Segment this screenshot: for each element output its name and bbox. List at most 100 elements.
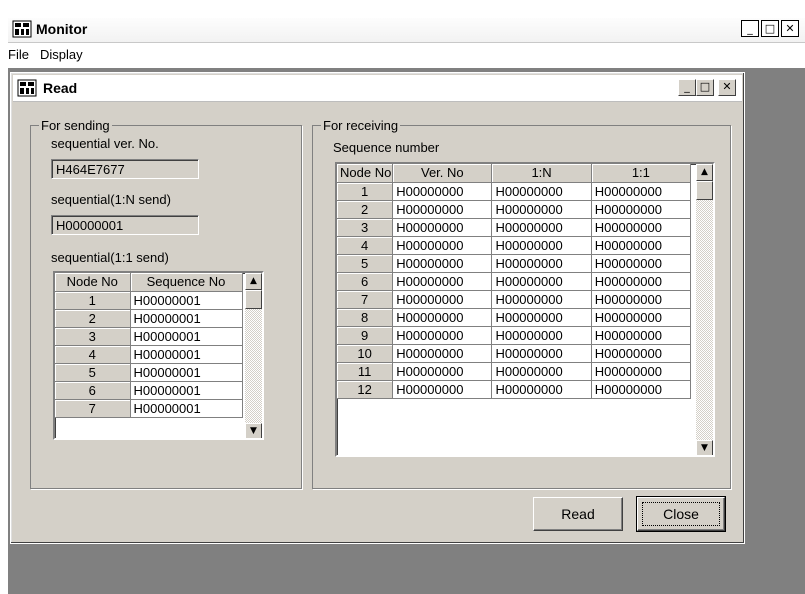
table-cell[interactable]: H00000000	[591, 218, 692, 237]
receiving-table[interactable]: Node No Ver. No 1:N 1:1 1 H00000000 H00000…	[335, 162, 715, 457]
table-cell[interactable]: H00000000	[591, 236, 692, 255]
row-header[interactable]: 12	[337, 380, 394, 399]
col-header-1-1[interactable]: 1:1	[591, 164, 692, 183]
row-header[interactable]: 10	[337, 344, 394, 363]
row-header[interactable]: 1	[55, 291, 131, 310]
read-button[interactable]: Read	[533, 497, 623, 531]
monitor-minimize-button[interactable]: _	[741, 20, 759, 37]
scroll-up-icon[interactable]: ▲	[696, 164, 713, 181]
table-row[interactable]: 1 H00000001	[55, 291, 243, 310]
table-cell[interactable]: H00000001	[130, 291, 243, 310]
monitor-maximize-button[interactable]: □	[761, 20, 779, 37]
table-cell[interactable]: H00000000	[392, 272, 493, 291]
table-row[interactable]: 2 H00000001	[55, 309, 243, 328]
table-cell[interactable]: H00000000	[591, 254, 692, 273]
row-header[interactable]: 2	[337, 200, 394, 219]
table-row[interactable]: 2 H00000000 H00000000 H00000000	[337, 200, 692, 219]
close-button[interactable]: Close	[636, 496, 726, 532]
monitor-close-button[interactable]: ✕	[781, 20, 799, 37]
row-header[interactable]: 4	[55, 345, 131, 364]
table-row[interactable]: 11 H00000000 H00000000 H00000000	[337, 362, 692, 381]
table-row[interactable]: 3 H00000000 H00000000 H00000000	[337, 218, 692, 237]
table-cell[interactable]: H00000000	[392, 290, 493, 309]
read-close-button[interactable]: ✕	[718, 79, 736, 96]
receiving-scrollbar[interactable]: ▲ ▼	[696, 164, 713, 455]
table-cell[interactable]: H00000000	[392, 326, 493, 345]
read-title-bar[interactable]: Read _ □ ✕	[13, 75, 742, 102]
table-cell[interactable]: H00000000	[591, 182, 692, 201]
table-cell[interactable]: H00000000	[591, 380, 692, 399]
col-header-1-n[interactable]: 1:N	[491, 164, 592, 183]
row-header[interactable]: 4	[337, 236, 394, 255]
table-cell[interactable]: H00000000	[392, 362, 493, 381]
table-row[interactable]: 1 H00000000 H00000000 H00000000	[337, 182, 692, 201]
col-header-ver-no[interactable]: Ver. No	[392, 164, 493, 183]
menu-file[interactable]: File	[8, 47, 29, 62]
row-header[interactable]: 7	[337, 290, 394, 309]
table-cell[interactable]: H00000000	[491, 308, 592, 327]
table-cell[interactable]: H00000001	[130, 327, 243, 346]
table-row[interactable]: 4 H00000001	[55, 345, 243, 364]
n-send-field[interactable]: H00000001	[51, 215, 199, 235]
table-row[interactable]: 10 H00000000 H00000000 H00000000	[337, 344, 692, 363]
table-cell[interactable]: H00000000	[591, 326, 692, 345]
table-row[interactable]: 8 H00000000 H00000000 H00000000	[337, 308, 692, 327]
table-row[interactable]: 3 H00000001	[55, 327, 243, 346]
row-header[interactable]: 5	[55, 363, 131, 382]
row-header[interactable]: 5	[337, 254, 394, 273]
table-cell[interactable]: H00000000	[591, 362, 692, 381]
sending-scrollbar[interactable]: ▲ ▼	[245, 273, 262, 438]
table-cell[interactable]: H00000000	[392, 308, 493, 327]
table-cell[interactable]: H00000000	[591, 290, 692, 309]
row-header[interactable]: 8	[337, 308, 394, 327]
table-cell[interactable]: H00000000	[491, 290, 592, 309]
scroll-thumb[interactable]	[696, 181, 713, 200]
table-cell[interactable]: H00000000	[392, 236, 493, 255]
table-cell[interactable]: H00000000	[491, 272, 592, 291]
table-cell[interactable]: H00000000	[491, 218, 592, 237]
table-cell[interactable]: H00000000	[392, 182, 493, 201]
table-cell[interactable]: H00000000	[491, 362, 592, 381]
table-row[interactable]: 5 H00000001	[55, 363, 243, 382]
table-cell[interactable]: H00000001	[130, 399, 243, 418]
col-header-node-no[interactable]: Node No	[55, 273, 131, 292]
table-cell[interactable]: H00000000	[491, 380, 592, 399]
table-row[interactable]: 7 H00000001	[55, 399, 243, 418]
table-row[interactable]: 4 H00000000 H00000000 H00000000	[337, 236, 692, 255]
table-cell[interactable]: H00000000	[591, 200, 692, 219]
monitor-title-bar[interactable]: Monitor _ □ ✕	[8, 18, 805, 43]
col-header-node-no[interactable]: Node No	[337, 164, 394, 183]
table-cell[interactable]: H00000000	[392, 200, 493, 219]
table-row[interactable]: 7 H00000000 H00000000 H00000000	[337, 290, 692, 309]
table-cell[interactable]: H00000000	[491, 200, 592, 219]
table-cell[interactable]: H00000000	[591, 308, 692, 327]
scroll-thumb[interactable]	[245, 290, 262, 309]
col-header-sequence-no[interactable]: Sequence No	[130, 273, 243, 292]
read-maximize-button[interactable]: □	[696, 79, 714, 96]
table-cell[interactable]: H00000001	[130, 345, 243, 364]
row-header[interactable]: 3	[337, 218, 394, 237]
row-header[interactable]: 7	[55, 399, 131, 418]
row-header[interactable]: 6	[337, 272, 394, 291]
row-header[interactable]: 1	[337, 182, 394, 201]
row-header[interactable]: 2	[55, 309, 131, 328]
menu-display[interactable]: Display	[40, 47, 83, 62]
table-cell[interactable]: H00000000	[591, 344, 692, 363]
table-cell[interactable]: H00000000	[392, 254, 493, 273]
table-cell[interactable]: H00000000	[392, 380, 493, 399]
table-row[interactable]: 9 H00000000 H00000000 H00000000	[337, 326, 692, 345]
sending-table[interactable]: Node No Sequence No 1 H00000001 2 H00000001…	[53, 271, 264, 440]
table-cell[interactable]: H00000000	[392, 344, 493, 363]
table-row[interactable]: 12 H00000000 H00000000 H00000000	[337, 380, 692, 399]
ver-field[interactable]: H464E7677	[51, 159, 199, 179]
row-header[interactable]: 6	[55, 381, 131, 400]
table-cell[interactable]: H00000000	[491, 344, 592, 363]
table-cell[interactable]: H00000000	[591, 272, 692, 291]
scroll-down-icon[interactable]: ▼	[696, 440, 713, 455]
read-minimize-button[interactable]: _	[678, 79, 696, 96]
table-cell[interactable]: H00000000	[491, 182, 592, 201]
table-cell[interactable]: H00000000	[491, 254, 592, 273]
scroll-down-icon[interactable]: ▼	[245, 423, 262, 438]
row-header[interactable]: 11	[337, 362, 394, 381]
table-row[interactable]: 5 H00000000 H00000000 H00000000	[337, 254, 692, 273]
